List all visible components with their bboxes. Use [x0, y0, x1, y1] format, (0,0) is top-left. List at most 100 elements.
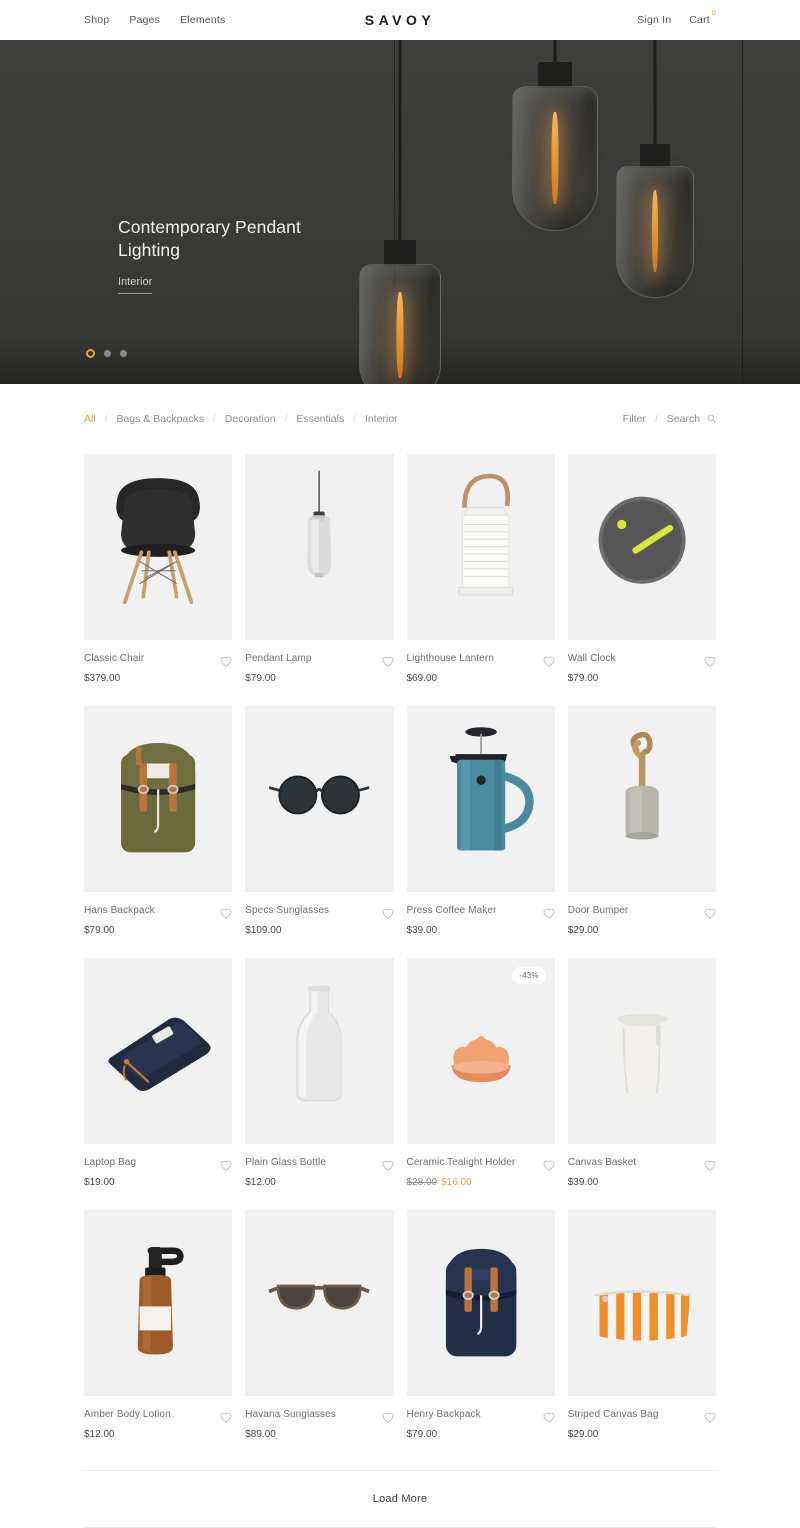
product-thumbnail[interactable] — [406, 1210, 555, 1396]
heart-icon[interactable] — [704, 1158, 716, 1171]
heart-icon[interactable] — [220, 654, 232, 667]
catalog-tools: Filter / Search — [623, 413, 716, 426]
product-card[interactable]: Pendant Lamp $79.00 — [245, 454, 394, 684]
nav-item-elements[interactable]: Elements — [180, 14, 225, 26]
product-card[interactable]: Lighthouse Lantern $69.00 — [406, 454, 555, 684]
product-card[interactable]: Classic Chair $379.00 — [84, 454, 233, 684]
category-filter-bags-backpacks[interactable]: Bags & Backpacks — [116, 413, 204, 425]
product-thumbnail[interactable] — [406, 454, 555, 640]
product-meta: Press Coffee Maker $39.00 — [407, 892, 555, 936]
product-meta: Canvas Basket $39.00 — [568, 1144, 716, 1188]
heart-icon[interactable] — [704, 654, 716, 667]
heart-icon[interactable] — [381, 1410, 394, 1423]
heart-icon[interactable] — [543, 906, 555, 919]
filter-button[interactable]: Filter — [623, 413, 646, 425]
category-filter-decoration[interactable]: Decoration — [225, 413, 276, 425]
product-card[interactable]: Striped Canvas Bag $29.00 — [567, 1210, 716, 1440]
heart-icon[interactable] — [543, 1410, 555, 1423]
product-name: Pendant Lamp — [245, 653, 312, 664]
category-filter-interior[interactable]: Interior — [365, 413, 398, 425]
slider-dot-2[interactable] — [104, 350, 111, 357]
product-name: Amber Body Lotion — [84, 1409, 171, 1420]
primary-nav: Shop Pages Elements — [84, 14, 225, 26]
nav-item-shop[interactable]: Shop — [84, 14, 109, 26]
product-card[interactable]: Hans Backpack $79.00 — [84, 706, 233, 936]
product-grid: Classic Chair $379.00 Pendant Lamp $79.0… — [0, 454, 800, 1462]
product-card[interactable]: Havana Sunglasses $89.00 — [245, 1210, 394, 1440]
product-thumbnail[interactable] — [84, 454, 233, 640]
category-filter-essentials[interactable]: Essentials — [296, 413, 344, 425]
product-card[interactable]: Henry Backpack $79.00 — [406, 1210, 555, 1440]
nav-item-pages[interactable]: Pages — [129, 14, 160, 26]
product-card[interactable]: Press Coffee Maker $39.00 — [406, 706, 555, 936]
heart-icon[interactable] — [381, 1158, 394, 1171]
discount-badge: -43% — [512, 967, 546, 984]
lamp-filament — [652, 190, 658, 272]
product-name: Plain Glass Bottle — [245, 1157, 326, 1168]
heart-icon[interactable] — [381, 906, 394, 919]
heart-icon[interactable] — [220, 906, 232, 919]
product-card[interactable]: Amber Body Lotion $12.00 — [84, 1210, 233, 1440]
product-card[interactable]: Specs Sunglasses $109.00 — [245, 706, 394, 936]
hero-slider[interactable]: Contemporary Pendant Lighting Interior — [0, 40, 800, 384]
product-thumbnail[interactable] — [245, 706, 394, 892]
specs-sunglasses-image — [268, 775, 370, 815]
pendant-lamp-front — [345, 40, 455, 384]
product-thumbnail[interactable] — [406, 706, 555, 892]
heart-icon[interactable] — [220, 1410, 232, 1423]
product-card[interactable]: -43% Ceramic Tealight Holder $28.00 $16.0… — [406, 958, 555, 1188]
heart-icon[interactable] — [381, 654, 394, 667]
lamp-socket — [538, 62, 572, 88]
amber-body-lotion-image — [137, 1247, 184, 1355]
product-name: Henry Backpack — [406, 1409, 481, 1420]
category-filter-all[interactable]: All — [84, 413, 96, 425]
product-thumbnail[interactable] — [567, 454, 716, 640]
product-card[interactable]: Plain Glass Bottle $12.00 — [245, 958, 394, 1188]
product-price: $69.00 — [406, 673, 438, 684]
category-filter-list: All / Bags & Backpacks / Decoration / Es… — [84, 413, 398, 425]
product-price: $79.00 — [567, 673, 599, 684]
product-thumbnail[interactable] — [567, 958, 716, 1144]
heart-icon[interactable] — [543, 1158, 555, 1171]
product-thumbnail[interactable] — [84, 1210, 233, 1396]
havana-sunglasses-image — [268, 1284, 371, 1310]
product-thumbnail[interactable] — [84, 958, 233, 1144]
slider-dots[interactable] — [86, 349, 127, 358]
product-meta: Lighthouse Lantern $69.00 — [407, 640, 555, 684]
product-thumbnail[interactable] — [245, 454, 394, 640]
product-thumbnail[interactable]: -43% — [406, 958, 555, 1144]
product-meta: Amber Body Lotion $12.00 — [84, 1396, 232, 1440]
product-name: Ceramic Tealight Holder — [406, 1157, 516, 1168]
search-button[interactable]: Search — [667, 413, 716, 426]
load-more-button[interactable]: Load More — [373, 1493, 427, 1505]
product-name: Havana Sunglasses — [245, 1409, 336, 1420]
product-price: $12.00 — [84, 1429, 115, 1440]
cart-link[interactable]: Cart 0 — [689, 10, 716, 26]
product-card[interactable]: Laptop Bag $19.00 — [84, 958, 233, 1188]
heart-icon[interactable] — [543, 654, 555, 667]
product-price: $39.00 — [406, 925, 438, 936]
product-thumbnail[interactable] — [567, 706, 716, 892]
lamp-cord — [653, 40, 657, 148]
lamp-socket — [384, 240, 416, 266]
henry-backpack-image — [445, 1248, 516, 1357]
product-meta: Specs Sunglasses $109.00 — [245, 892, 394, 936]
product-card[interactable]: Door Bumper $29.00 — [567, 706, 716, 936]
heart-icon[interactable] — [704, 906, 716, 919]
product-meta: Classic Chair $379.00 — [84, 640, 232, 684]
product-thumbnail[interactable] — [567, 1210, 716, 1396]
heart-icon[interactable] — [704, 1410, 716, 1423]
slider-dot-1[interactable] — [86, 349, 95, 358]
product-price: $79.00 — [406, 1429, 438, 1440]
product-thumbnail[interactable] — [245, 1210, 394, 1396]
product-name: Specs Sunglasses — [245, 905, 330, 916]
hero-category-link[interactable]: Interior — [118, 276, 153, 295]
sign-in-link[interactable]: Sign In — [637, 14, 671, 26]
product-card[interactable]: Wall Clock $79.00 — [567, 454, 716, 684]
product-thumbnail[interactable] — [84, 706, 233, 892]
heart-icon[interactable] — [220, 1158, 232, 1171]
product-thumbnail[interactable] — [245, 958, 394, 1144]
slider-dot-3[interactable] — [120, 350, 127, 357]
product-card[interactable]: Canvas Basket $39.00 — [567, 958, 716, 1188]
product-price-sale: $16.00 — [441, 1177, 472, 1188]
